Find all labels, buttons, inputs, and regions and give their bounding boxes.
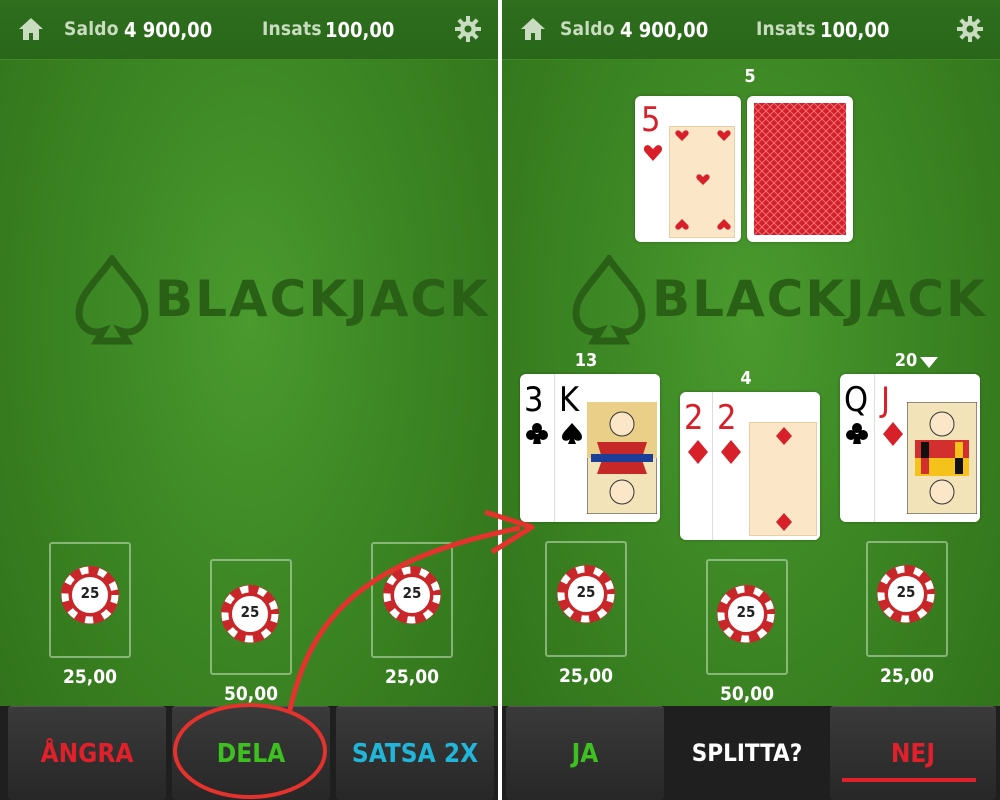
- annotation-arrow: [287, 525, 521, 711]
- highlight-circle: [173, 703, 327, 799]
- annotation-overlay: [173, 509, 535, 799]
